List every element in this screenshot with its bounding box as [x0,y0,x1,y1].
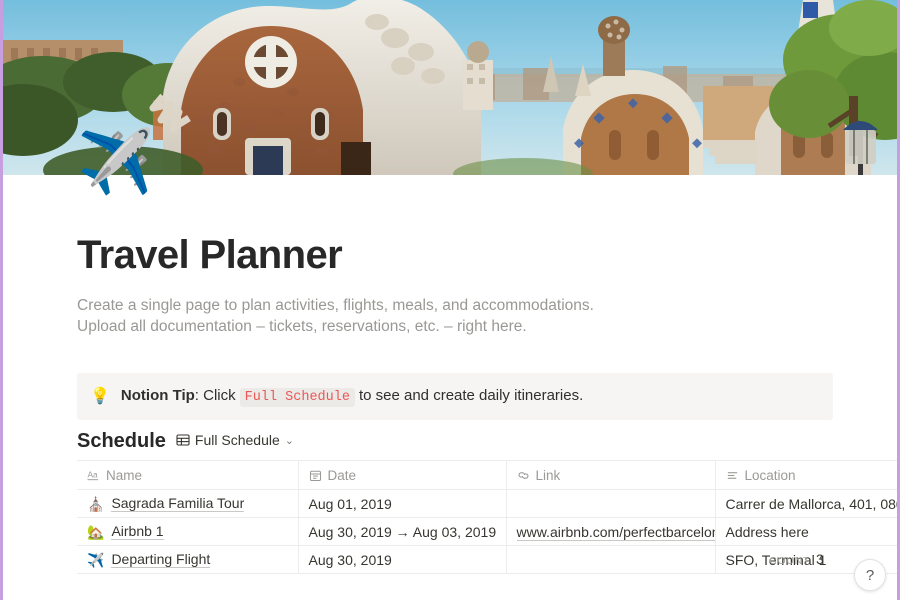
cell-link[interactable]: www.airbnb.com/perfectbarcelonah [506,518,715,546]
column-header-name[interactable]: Aa Name [77,461,298,490]
page-description-line-2: Upload all documentation – tickets, rese… [77,316,594,337]
cell-link[interactable] [506,490,715,518]
page-description-line-1: Create a single page to plan activities,… [77,295,594,316]
callout-text-after: to see and create daily itineraries. [359,387,583,404]
cell-name[interactable]: ⛪ Sagrada Familia Tour [77,490,298,518]
table-footer: Count 3 [77,546,900,572]
help-button[interactable]: ? [854,559,886,591]
notion-tip-callout[interactable]: 💡 Notion Tip: Click Full Schedule to see… [77,373,833,420]
callout-text: Notion Tip: Click Full Schedule to see a… [121,387,583,407]
callout-label: Notion Tip [121,387,195,404]
calendar-icon [309,469,322,482]
lightbulb-icon: 💡 [90,389,110,405]
column-header-location[interactable]: Location [715,461,900,490]
full-schedule-code-chip[interactable]: Full Schedule [240,388,355,407]
table-row[interactable]: ⛪ Sagrada Familia Tour Aug 01, 2019 Carr… [77,490,900,518]
database-header: Schedule Full Schedule ⌄ [77,430,294,453]
database-view-selector[interactable]: Full Schedule ⌄ [176,432,294,448]
callout-text-before: : Click [195,387,236,404]
cell-date[interactable]: Aug 30, 2019 → Aug 03, 2019 [298,518,506,546]
count-value: 3 [816,551,824,567]
link-icon [517,469,530,482]
cell-location[interactable]: Carrer de Mallorca, 401, 08013 B [715,490,900,518]
page-icon-airplane[interactable]: ✈️ [77,132,154,194]
column-header-link[interactable]: Link [506,461,715,490]
text-lines-icon [726,469,739,482]
link-url[interactable]: www.airbnb.com/perfectbarcelonah [517,524,716,541]
cell-location[interactable]: Address here [715,518,900,546]
notion-page: ✈️ Travel Planner Create a single page t… [0,0,900,600]
page-title[interactable]: Travel Planner [77,233,342,278]
title-aa-icon: Aa [87,469,100,482]
count-label: Count [769,555,810,567]
row-name: Sagrada Familia Tour [111,495,244,512]
table-header-row: Aa Name [77,461,900,490]
column-label-date: Date [328,468,357,483]
column-label-name: Name [106,468,142,483]
row-name: Airbnb 1 [111,523,163,540]
chevron-down-icon: ⌄ [285,434,294,447]
svg-text:Aa: Aa [87,469,98,479]
column-label-location: Location [745,468,796,483]
view-name: Full Schedule [195,432,280,448]
table-row[interactable]: 🏡 Airbnb 1 Aug 30, 2019 → Aug 03, 2019 w… [77,518,900,546]
cell-name[interactable]: 🏡 Airbnb 1 [77,518,298,546]
column-header-date[interactable]: Date [298,461,506,490]
page-description[interactable]: Create a single page to plan activities,… [77,295,594,337]
row-icon-house: 🏡 [87,525,104,539]
table-icon [176,433,190,447]
row-icon-church: ⛪ [87,497,104,511]
cell-date[interactable]: Aug 01, 2019 [298,490,506,518]
database-title[interactable]: Schedule [77,430,166,453]
column-label-link: Link [536,468,561,483]
